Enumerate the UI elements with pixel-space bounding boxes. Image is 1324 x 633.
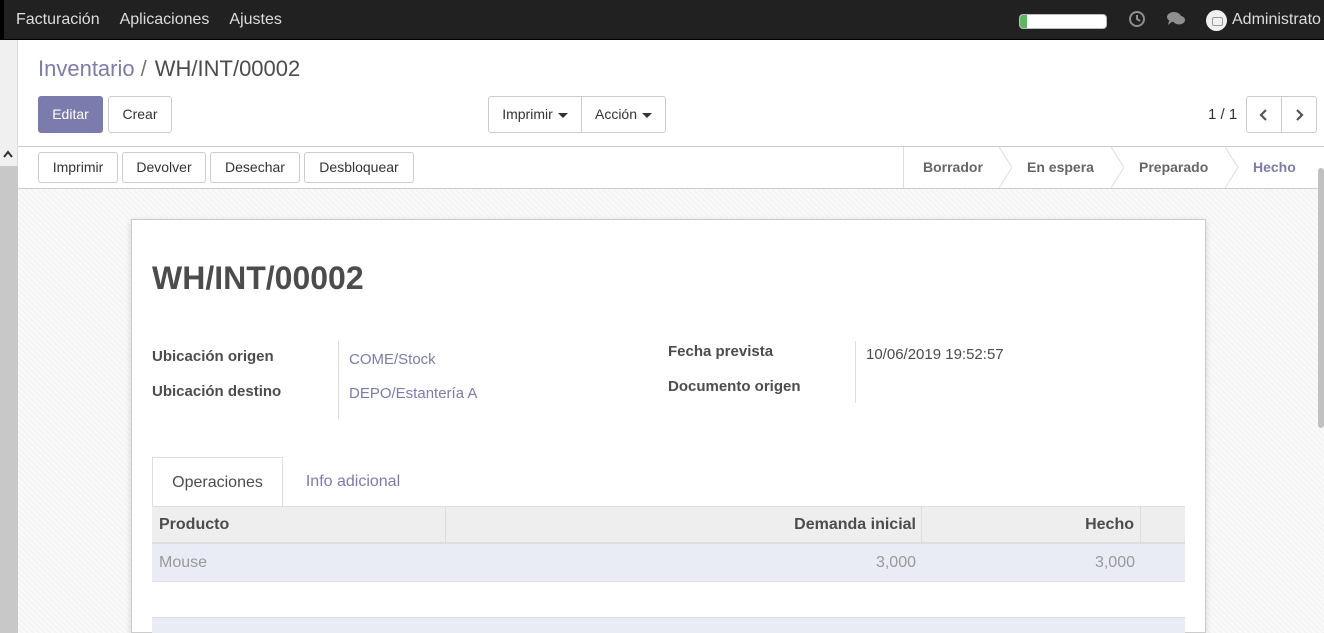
table-row[interactable]: Mouse 3,000 3,000 [152,544,1185,582]
print-dropdown-label: Imprimir [502,106,553,122]
source-location-value[interactable]: COME/Stock [349,351,436,368]
top-navbar: Facturación Aplicaciones Ajustes Adminis… [0,0,1324,40]
tab-operaciones[interactable]: Operaciones [152,457,283,507]
pager-value[interactable]: 1 / 1 [1208,106,1237,123]
left-sidebar-toggle-strip [0,40,18,633]
source-location-label: Ubicación origen [152,348,274,365]
menu-item-ajustes[interactable]: Ajustes [229,11,281,29]
left-scroll-track [0,166,18,633]
pager-previous-button[interactable] [1246,96,1282,133]
caret-down-icon [557,112,568,118]
chevron-left-icon [1259,106,1269,123]
cell-product: Mouse [159,554,208,571]
breadcrumb-parent[interactable]: Inventario [38,56,135,81]
column-header-demand[interactable]: Demanda inicial [794,507,916,543]
onboarding-progress-bar[interactable] [1019,14,1107,29]
stage-arrow [1225,147,1239,188]
unlock-button[interactable]: Desbloquear [304,152,414,183]
column-divider [1140,507,1141,543]
menu-item-aplicaciones[interactable]: Aplicaciones [120,11,210,29]
chevron-up-icon[interactable] [2,148,14,162]
stage-borrador[interactable]: Borrador [923,147,983,188]
cell-done: 3,000 [1094,554,1135,571]
scrap-button[interactable]: Desechar [210,152,300,183]
stage-en-espera[interactable]: En espera [1027,147,1094,188]
action-dropdown-button[interactable]: Acción [581,96,666,133]
print-dropdown-button[interactable]: Imprimir [488,96,582,133]
pager-next-button[interactable] [1281,96,1317,133]
print-button[interactable]: Imprimir [38,152,118,183]
scheduled-date-value: 10/06/2019 19:52:57 [866,346,1004,363]
form-statusbar: Imprimir Devolver Desechar Desbloquear B… [18,147,1324,189]
stage-arrow [999,147,1013,188]
breadcrumb-current: WH/INT/00002 [154,56,301,81]
table-footer [152,617,1185,633]
navbar-edge [0,0,4,40]
record-title: WH/INT/00002 [152,260,364,296]
return-button[interactable]: Devolver [122,152,206,183]
origin-document-label: Documento origen [668,378,801,395]
field-divider [855,341,856,403]
edit-button[interactable]: Editar [38,96,103,133]
user-avatar[interactable] [1206,10,1227,31]
column-divider [445,507,446,543]
breadcrumb-separator: / [140,56,147,81]
main-menu: Facturación Aplicaciones Ajustes [16,0,302,40]
column-divider [921,507,922,543]
field-divider [338,341,339,419]
dest-location-label: Ubicación destino [152,383,282,400]
scheduled-date-label: Fecha prevista [668,343,774,360]
user-menu[interactable]: Administrato [1232,0,1321,40]
chat-icon[interactable] [1166,10,1186,30]
column-header-product[interactable]: Producto [159,507,229,543]
action-dropdown-label: Acción [594,106,638,122]
form-sheet: WH/INT/00002 Ubicación origen COME/Stock… [131,219,1206,633]
control-panel: Inventario / WH/INT/00002 Editar Crear Imp… [18,40,1324,147]
chevron-right-icon [1294,106,1304,123]
stage-hecho: Hecho [1253,159,1296,175]
stage-arrow [1111,147,1125,188]
dest-location-value[interactable]: DEPO/Estantería A [349,385,477,402]
create-button[interactable]: Crear [108,96,172,133]
cell-demand: 3,000 [875,554,916,571]
progress-fill [1020,15,1027,28]
stage-preparado[interactable]: Preparado [1139,147,1208,188]
caret-down-icon [642,112,653,118]
vertical-scrollbar[interactable] [1318,168,1324,428]
notebook-tabs: Operaciones Info adicional [152,457,1185,507]
breadcrumb: Inventario / WH/INT/00002 [38,56,300,82]
column-header-done[interactable]: Hecho [1085,507,1134,543]
clock-icon[interactable] [1127,10,1147,30]
table-header: Producto Demanda inicial Hecho [152,506,1185,544]
stage-pipeline: Borrador En espera Preparado Hecho [903,147,1296,188]
tab-info-adicional[interactable]: Info adicional [283,457,423,507]
menu-item-facturacion[interactable]: Facturación [16,11,100,29]
